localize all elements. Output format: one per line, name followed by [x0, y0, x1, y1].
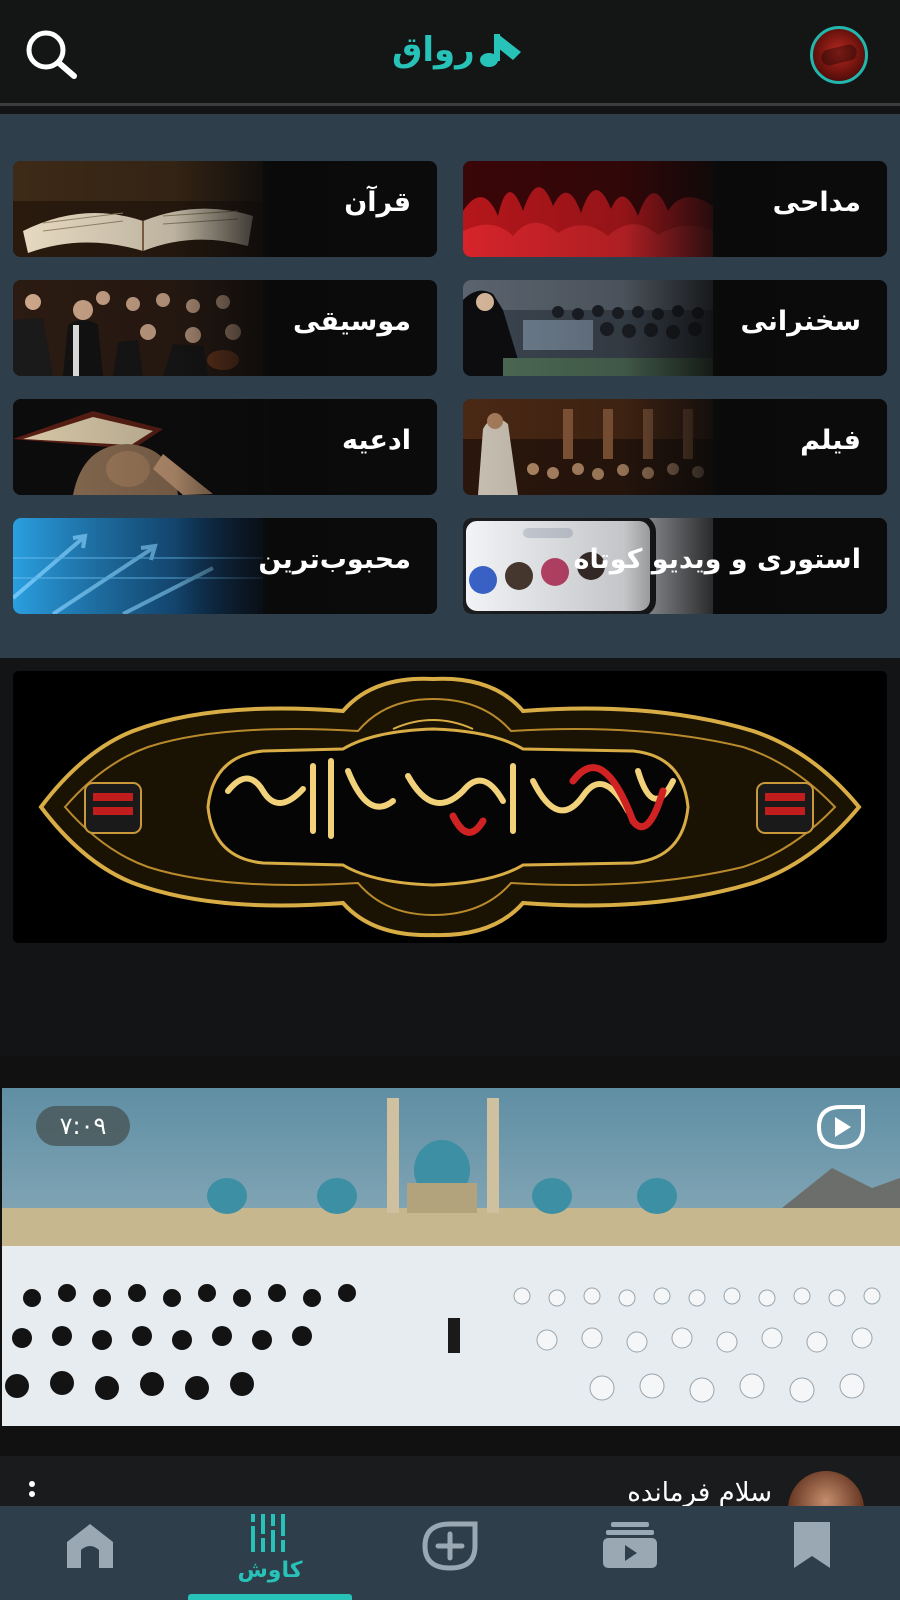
video-title: سلام فرمانده — [627, 1478, 772, 1506]
nav-bookmark[interactable] — [720, 1506, 900, 1600]
logo-text: رواق — [392, 30, 475, 70]
playlist-icon — [603, 1522, 657, 1568]
video-info-row[interactable]: سلام فرمانده — [0, 1456, 900, 1506]
calligraphy-banner-image — [13, 671, 887, 943]
profile-avatar[interactable] — [810, 26, 868, 84]
category-musighi[interactable]: موسیقی — [13, 280, 437, 376]
explore-icon — [251, 1514, 285, 1552]
category-popular[interactable]: محبوب‌ترین — [13, 518, 437, 614]
more-options-icon[interactable] — [28, 1480, 36, 1502]
category-madahi[interactable]: مداحی — [463, 161, 887, 257]
home-icon — [67, 1524, 113, 1568]
category-label: استوری و ویدیو کوتاه — [573, 544, 861, 575]
top-app-bar: رواق — [0, 0, 900, 106]
active-tab-indicator — [188, 1594, 352, 1600]
nav-playlist[interactable] — [540, 1506, 720, 1600]
category-adeye[interactable]: ادعیه — [13, 399, 437, 495]
add-icon — [422, 1521, 478, 1571]
search-icon[interactable] — [22, 26, 82, 82]
category-label: ادعیه — [342, 425, 411, 456]
video-play-icon[interactable] — [814, 1102, 868, 1152]
app-logo[interactable]: رواق — [392, 30, 525, 70]
duration-badge: ۷:۰۹ — [36, 1106, 130, 1146]
nav-home[interactable] — [0, 1506, 180, 1600]
promo-banner[interactable] — [13, 671, 887, 943]
music-note-icon — [479, 34, 521, 67]
category-story[interactable]: استوری و ویدیو کوتاه — [463, 518, 887, 614]
category-label: قرآن — [344, 187, 411, 218]
bookmark-icon — [794, 1522, 830, 1568]
video-thumbnail[interactable]: ۷:۰۹ — [2, 1088, 900, 1426]
category-quran[interactable]: قرآن — [13, 161, 437, 257]
category-label: فیلم — [800, 425, 861, 456]
bottom-navigation: کاوش — [0, 1506, 900, 1600]
category-label: سخنرانی — [740, 306, 861, 337]
channel-avatar[interactable] — [788, 1471, 864, 1506]
category-label: موسیقی — [293, 306, 411, 337]
nav-add[interactable] — [360, 1506, 540, 1600]
category-grid: مداحی قرآن سخنرانی موسیقی فیلم ادعیه است… — [0, 114, 900, 658]
category-film[interactable]: فیلم — [463, 399, 887, 495]
nav-explore[interactable]: کاوش — [180, 1506, 360, 1600]
category-label: محبوب‌ترین — [258, 544, 411, 575]
nav-label-explore: کاوش — [237, 1558, 303, 1583]
category-label: مداحی — [772, 187, 861, 218]
video-card[interactable]: ۷:۰۹ — [0, 1056, 900, 1456]
category-sokhanrani[interactable]: سخنرانی — [463, 280, 887, 376]
